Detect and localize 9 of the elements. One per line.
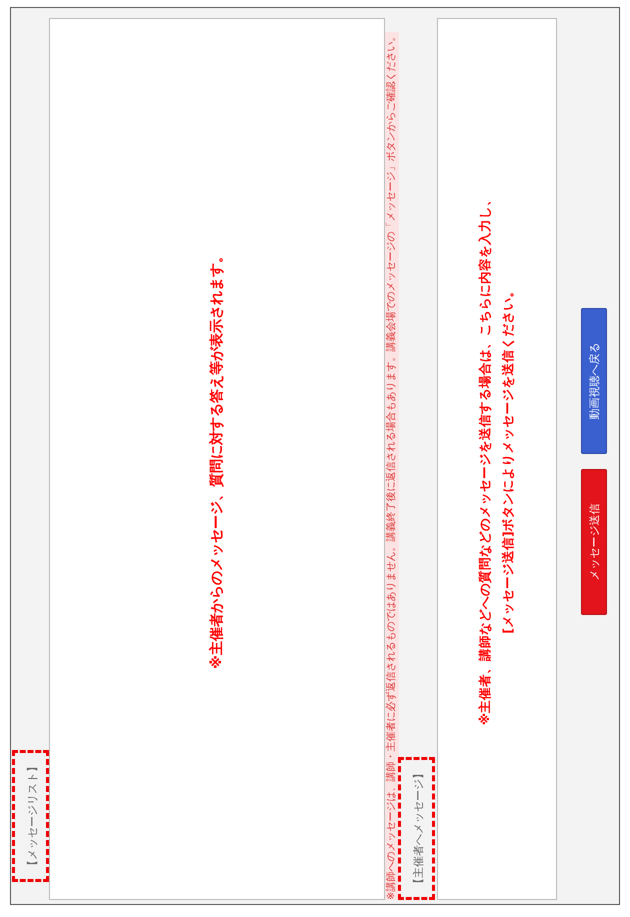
- notice-text: ※講師へのメッセージは、講師・主催者に必ず返信されるものではありません。講義終了後に返信される場合もあります。講義会場でのメッセージの「メッセージ」ボタンからご確認ください。: [385, 32, 399, 900]
- annotation-text: ※主催者、講師などへの質問などのメッセージを送信する場合は、こちらに内容を入力し、: [477, 192, 493, 726]
- back-button[interactable]: 動画視聴へ戻る: [581, 308, 607, 454]
- message-input[interactable]: ※主催者、講師などへの質問などのメッセージを送信する場合は、こちらに内容を入力し、 [メッセージ送信]ボタンによりメッセージを送信ください。: [437, 18, 557, 900]
- send-message-button[interactable]: メッセージ送信: [581, 469, 607, 615]
- annotation-text: ※主催者からのメッセージ、質問に対する答え等が表示されます。: [208, 249, 226, 669]
- section-label: 【メッセージリスト】: [26, 761, 38, 871]
- annotation-text: [メッセージ送信]ボタンによりメッセージを送信ください。: [500, 284, 516, 634]
- section-label: 【主催者へメッセージ】: [412, 768, 425, 889]
